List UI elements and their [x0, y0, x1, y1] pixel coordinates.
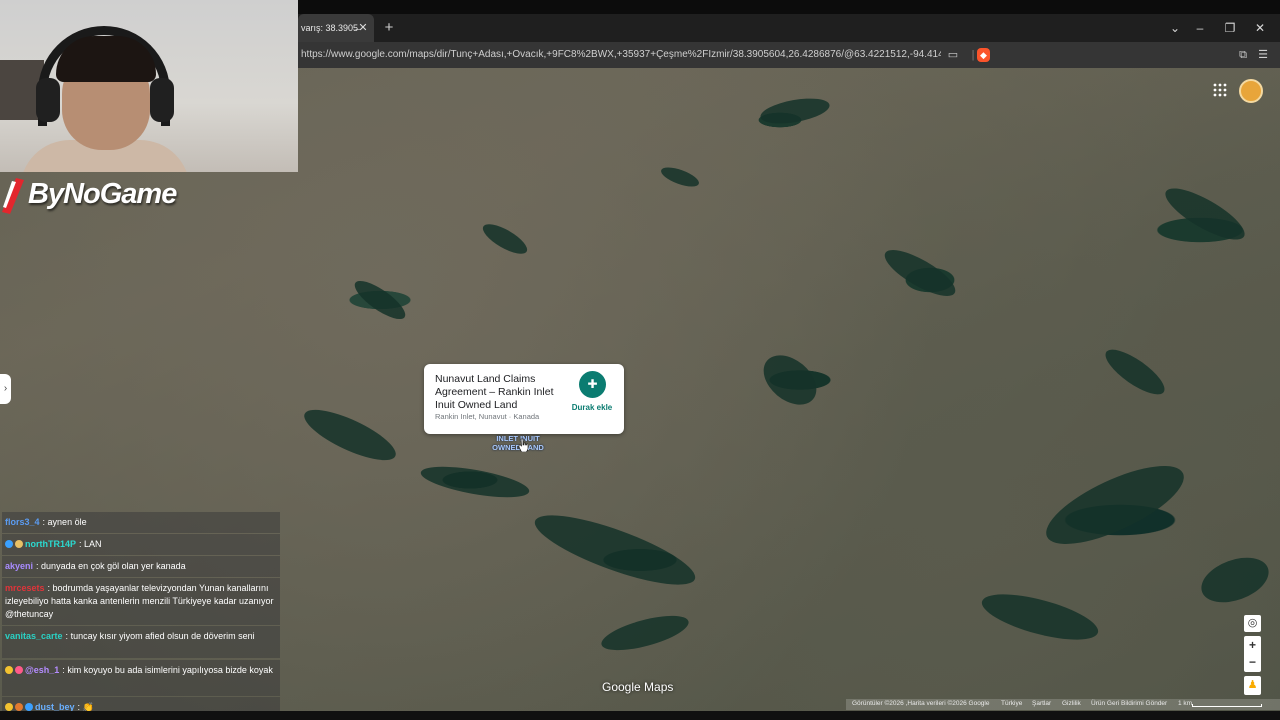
stream-logo: ByNoGame	[0, 174, 200, 218]
feedback-link[interactable]: Ürün Geri Bildirimi Gönder	[1091, 700, 1167, 707]
chat-text: kim koyuyo bu ada isimlerini yapılıyosa …	[67, 665, 273, 675]
chat-badge-icon	[15, 703, 23, 711]
zoom-in-icon[interactable]: +	[1244, 636, 1261, 654]
chat-badge-icon	[25, 703, 33, 711]
chat-username: northTR14P	[25, 539, 77, 549]
brave-shield-icon[interactable]: ◆	[977, 48, 990, 62]
google-maps-brand: Google Maps	[602, 680, 674, 694]
side-panel-toggle[interactable]: ›	[0, 374, 11, 404]
close-tab-icon[interactable]: ✕	[356, 21, 370, 35]
chat-text: LAN	[84, 539, 102, 549]
my-location-icon[interactable]: ◎	[1244, 615, 1261, 632]
chat-username: flors3_4	[5, 517, 40, 527]
zoom-control: + −	[1244, 636, 1261, 672]
chat-badge-icon	[5, 703, 13, 711]
pegman-icon[interactable]: ♟	[1244, 676, 1261, 695]
chat-username: vanitas_carte	[5, 631, 63, 641]
chat-username: @esh_1	[25, 665, 60, 675]
logo-text: ByNoGame	[28, 178, 177, 210]
add-stop-icon[interactable]: ✚	[579, 371, 606, 398]
menu-icon[interactable]: ☰	[1255, 47, 1271, 63]
webcam-overlay	[0, 0, 298, 172]
new-tab-icon[interactable]: +	[382, 20, 396, 36]
privacy-link[interactable]: Gizlilik	[1062, 700, 1081, 707]
country-link[interactable]: Türkiye	[1001, 700, 1022, 707]
scale-label[interactable]: 1 km	[1178, 700, 1192, 707]
chat-text: bodrumda yaşayanlar televizyondan Yunan …	[5, 583, 274, 619]
url-text[interactable]: https://www.google.com/maps/dir/Tunç+Ada…	[301, 49, 941, 60]
tab-search-icon[interactable]: ⌄	[1167, 20, 1183, 36]
chat-message: flors3_4: aynen öle	[2, 512, 280, 533]
extensions-icon[interactable]: ⧉	[1235, 47, 1251, 63]
tab-bar: varış: 38.3905̶ ✕ + ⌄ – ❐ ✕	[298, 14, 1280, 42]
logo-slash-icon	[2, 178, 24, 214]
chat-message: @esh_1: kim koyuyo bu ada isimlerini yap…	[2, 660, 280, 696]
place-subtitle: Rankin Inlet, Nunavut · Kanada	[435, 412, 540, 421]
chat-text: tuncay kısır yiyom afied olsun de döveri…	[70, 631, 255, 641]
cast-icon[interactable]: ▭	[945, 47, 961, 63]
google-apps-icon[interactable]	[1212, 82, 1228, 98]
chat-text: aynen öle	[47, 517, 87, 527]
close-window-icon[interactable]: ✕	[1252, 20, 1268, 36]
place-card[interactable]: Nunavut Land Claims Agreement – Rankin I…	[424, 364, 624, 434]
chat-message: vanitas_carte: tuncay kısır yiyom afied …	[2, 626, 280, 658]
account-avatar[interactable]	[1239, 79, 1263, 103]
place-title: Nunavut Land Claims Agreement – Rankin I…	[435, 373, 554, 411]
chat-badge-icon	[5, 666, 13, 674]
chat-badge-icon	[15, 666, 23, 674]
imagery-credit: Görüntüler ©2026 ,Harita verileri ©2026 …	[852, 700, 990, 707]
chat-message: mrcesets: bodrumda yaşayanlar televizyon…	[2, 578, 280, 625]
active-tab[interactable]: varış: 38.3905̶ ✕	[298, 14, 374, 42]
restore-icon[interactable]: ❐	[1222, 20, 1238, 36]
chat-username: mrcesets	[5, 583, 45, 593]
screen: varış: 38.3905̶ ✕ + ⌄ – ❐ ✕ https://www.…	[0, 0, 1280, 720]
chat-username: akyeni	[5, 561, 34, 571]
tab-title: varış: 38.3905̶	[301, 23, 359, 33]
scale-bar	[1192, 704, 1262, 707]
hand-cursor-icon	[518, 438, 528, 452]
address-bar[interactable]: https://www.google.com/maps/dir/Tunç+Ada…	[298, 42, 1280, 68]
chat-badge-icon	[15, 540, 23, 548]
chat-message: northTR14P: LAN	[2, 534, 280, 555]
bottom-bar	[0, 711, 1280, 720]
add-stop-button[interactable]: Durak ekle	[566, 403, 618, 412]
chat-message: akyeni: dunyada en çok göl olan yer kana…	[2, 556, 280, 577]
zoom-out-icon[interactable]: −	[1244, 654, 1261, 672]
terms-link[interactable]: Şartlar	[1032, 700, 1051, 707]
map-footer: Görüntüler ©2026 ,Harita verileri ©2026 …	[846, 699, 1280, 710]
chat-badge-icon	[5, 540, 13, 548]
chat-text: dunyada en çok göl olan yer kanada	[41, 561, 186, 571]
minimize-icon[interactable]: –	[1192, 20, 1208, 36]
